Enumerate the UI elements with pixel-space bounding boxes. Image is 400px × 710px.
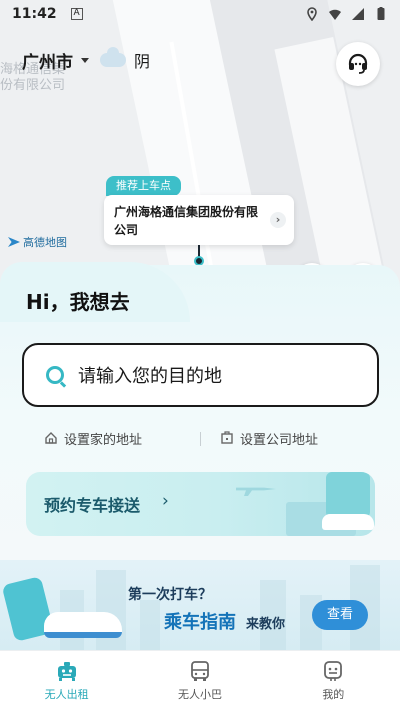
location-icon — [307, 7, 317, 21]
tab-profile-label: 我的 — [322, 687, 345, 701]
destination-search-input[interactable]: 请输入您的目的地 — [22, 343, 379, 407]
chevron-down-icon — [81, 58, 89, 63]
set-company-label: 设置公司地址 — [240, 432, 319, 448]
status-time: 11:42 — [12, 6, 57, 22]
bottom-tab-bar: 无人出租 无人小巴 我的 — [0, 650, 400, 710]
profile-icon — [324, 660, 343, 681]
customer-service-icon — [348, 53, 368, 74]
car-illustration — [322, 514, 374, 530]
notification-icon: A — [70, 8, 83, 20]
wifi-icon — [329, 9, 341, 20]
minibus-icon — [191, 660, 209, 681]
tab-minibus[interactable]: 无人小巴 — [133, 651, 266, 710]
map-provider-name: 高德地图 — [23, 236, 67, 249]
weather-text: 阴 — [134, 52, 151, 71]
tab-minibus-label: 无人小巴 — [177, 687, 222, 701]
view-guide-button[interactable]: 查看 — [312, 600, 368, 630]
pickup-location-card[interactable]: 广州海格通信集团股份有限公司 › — [104, 195, 294, 245]
tab-robotaxi-label: 无人出租 — [44, 687, 89, 701]
office-icon — [221, 431, 233, 444]
customer-service-button[interactable] — [336, 42, 380, 86]
greeting-text: Hi，我想去 — [26, 290, 130, 314]
banner-question: 第一次打车？ — [128, 587, 212, 603]
calendar-icon — [326, 472, 370, 518]
robotaxi-illustration — [44, 612, 122, 638]
signal-icon — [352, 8, 364, 20]
chevron-right-icon: › — [162, 491, 169, 511]
reserve-car-promo-card[interactable]: 预约专车接送 › — [26, 472, 375, 536]
promo-label: 预约专车接送 — [44, 496, 141, 515]
recommended-pickup-tag: 推荐上车点 — [106, 176, 181, 196]
home-icon — [45, 432, 57, 444]
gaode-logo-icon — [8, 237, 20, 247]
ride-guide-banner[interactable]: 第一次打车？ 乘车指南 来教你 查看 — [0, 560, 400, 650]
set-home-address-button[interactable]: 设置家的地址 — [44, 429, 142, 448]
weather-widget: 阴 — [100, 47, 151, 72]
pickup-location-name: 广州海格通信集团股份有限公司 — [114, 205, 259, 237]
tab-robotaxi[interactable]: 无人出租 — [0, 651, 133, 710]
destination-search-placeholder: 请输入您的目的地 — [78, 366, 222, 387]
city-name: 广州市 — [22, 53, 73, 73]
set-company-address-button[interactable]: 设置公司地址 — [220, 429, 318, 448]
airplane-icon — [236, 487, 276, 496]
set-home-label: 设置家的地址 — [64, 432, 143, 448]
banner-title: 乘车指南 — [164, 612, 236, 633]
banner-subtitle: 来教你 — [246, 617, 286, 632]
tab-profile[interactable]: 我的 — [267, 651, 400, 710]
chevron-right-icon: › — [270, 212, 286, 228]
robotaxi-icon — [57, 661, 76, 681]
city-selector[interactable]: 广州市 — [22, 48, 89, 73]
map-provider-logo: 高德地图 — [8, 234, 67, 250]
map-place-label-line: 份有限公司 — [0, 78, 66, 93]
battery-icon — [377, 7, 385, 20]
search-icon — [46, 366, 64, 384]
cloud-icon — [100, 47, 126, 67]
address-divider — [200, 432, 201, 446]
status-bar: 11:42 A — [0, 0, 400, 28]
